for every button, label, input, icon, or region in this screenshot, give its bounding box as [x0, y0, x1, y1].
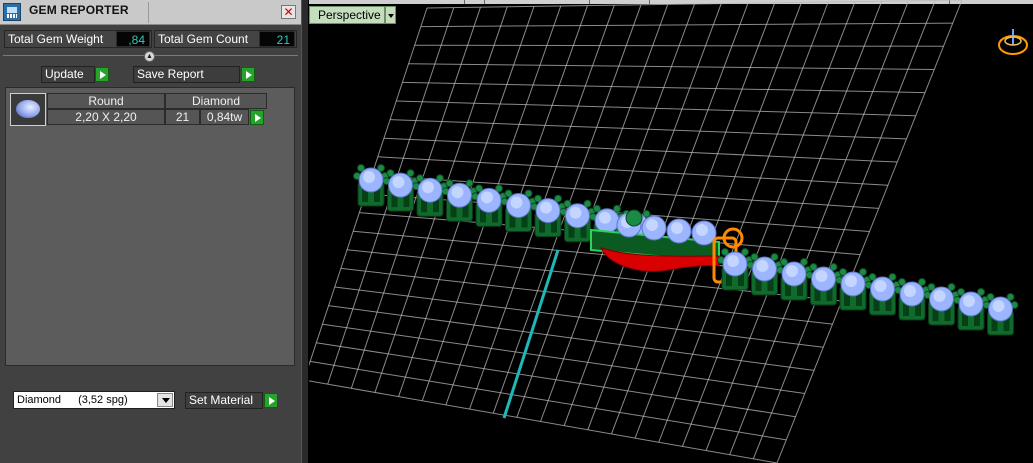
play-arrow-icon[interactable] [241, 67, 255, 82]
diamond-facet [510, 196, 523, 209]
bracelet-model [353, 164, 1019, 336]
diamond-facet [451, 186, 464, 199]
grid-line [729, 0, 909, 455]
diamond-facet [727, 255, 739, 267]
play-arrow-icon[interactable] [250, 110, 264, 125]
diamond-facet [815, 270, 828, 282]
total-gem-weight-value: ,84 [116, 31, 150, 47]
diamond-facet [933, 290, 946, 302]
total-gem-count-value: 21 [259, 31, 295, 47]
diamond-facet [992, 300, 1005, 312]
diamond-facet [845, 275, 857, 287]
play-arrow-icon[interactable] [95, 67, 109, 82]
diamond-facet [696, 224, 708, 236]
chevron-down-icon[interactable] [157, 393, 173, 407]
gem-reporter-icon [3, 3, 21, 21]
diamond-facet [904, 285, 916, 297]
3d-viewport[interactable]: Perspective [309, 0, 1033, 463]
set-material-button[interactable]: Set Material [185, 392, 263, 409]
gem-list [5, 87, 295, 366]
scene-canvas [309, 0, 1019, 463]
panel-title: GEM REPORTER [29, 3, 129, 17]
panel-titlebar: GEM REPORTER ✕ [0, 0, 301, 25]
material-select[interactable]: Diamond (3,52 spg) [13, 391, 175, 409]
grid-line [310, 360, 787, 441]
grid-line [309, 380, 778, 463]
diamond-facet [422, 181, 434, 194]
grid-line [322, 323, 805, 395]
diamond-facet [963, 295, 975, 307]
vertical-axis-line [502, 249, 560, 419]
collapse-icon[interactable]: ▲ [144, 51, 155, 62]
grid-line [752, 0, 936, 460]
diamond-facet [874, 280, 887, 292]
material-name: Diamond [17, 394, 62, 406]
gem-count: 21 [165, 109, 200, 125]
bar-bead [625, 209, 643, 227]
panel-splitter[interactable] [301, 0, 308, 463]
grid-line [776, 0, 963, 463]
gem-shape-header: Round [47, 93, 165, 109]
diamond-facet [540, 201, 552, 214]
diamond-facet [481, 191, 493, 204]
diamond-facet [646, 219, 658, 231]
diamond-facet [599, 211, 611, 224]
update-button[interactable]: Update [41, 66, 95, 83]
diamond-facet [756, 260, 769, 272]
diamond-facet [569, 206, 582, 219]
round-gem-icon[interactable] [10, 93, 46, 126]
titlebar-divider [148, 2, 149, 23]
material-density: (3,52 spg) [78, 394, 128, 406]
diamond-facet [392, 176, 405, 189]
gem-reporter-panel: GEM REPORTER ✕ Total Gem Weight ,84 Tota… [0, 0, 301, 463]
diamond-facet [671, 222, 683, 234]
diamond-facet [363, 171, 375, 183]
gem-size: 2,20 X 2,20 [47, 109, 165, 125]
save-report-button[interactable]: Save Report [133, 66, 240, 83]
view-orientation-icon[interactable] [995, 25, 1031, 61]
play-arrow-icon[interactable] [264, 393, 278, 408]
close-icon[interactable]: ✕ [281, 5, 296, 19]
gem-material-header: Diamond [165, 93, 267, 109]
diamond-facet [786, 265, 798, 277]
grid-line [316, 342, 796, 418]
gem-weight: 0,84tw [200, 109, 249, 125]
